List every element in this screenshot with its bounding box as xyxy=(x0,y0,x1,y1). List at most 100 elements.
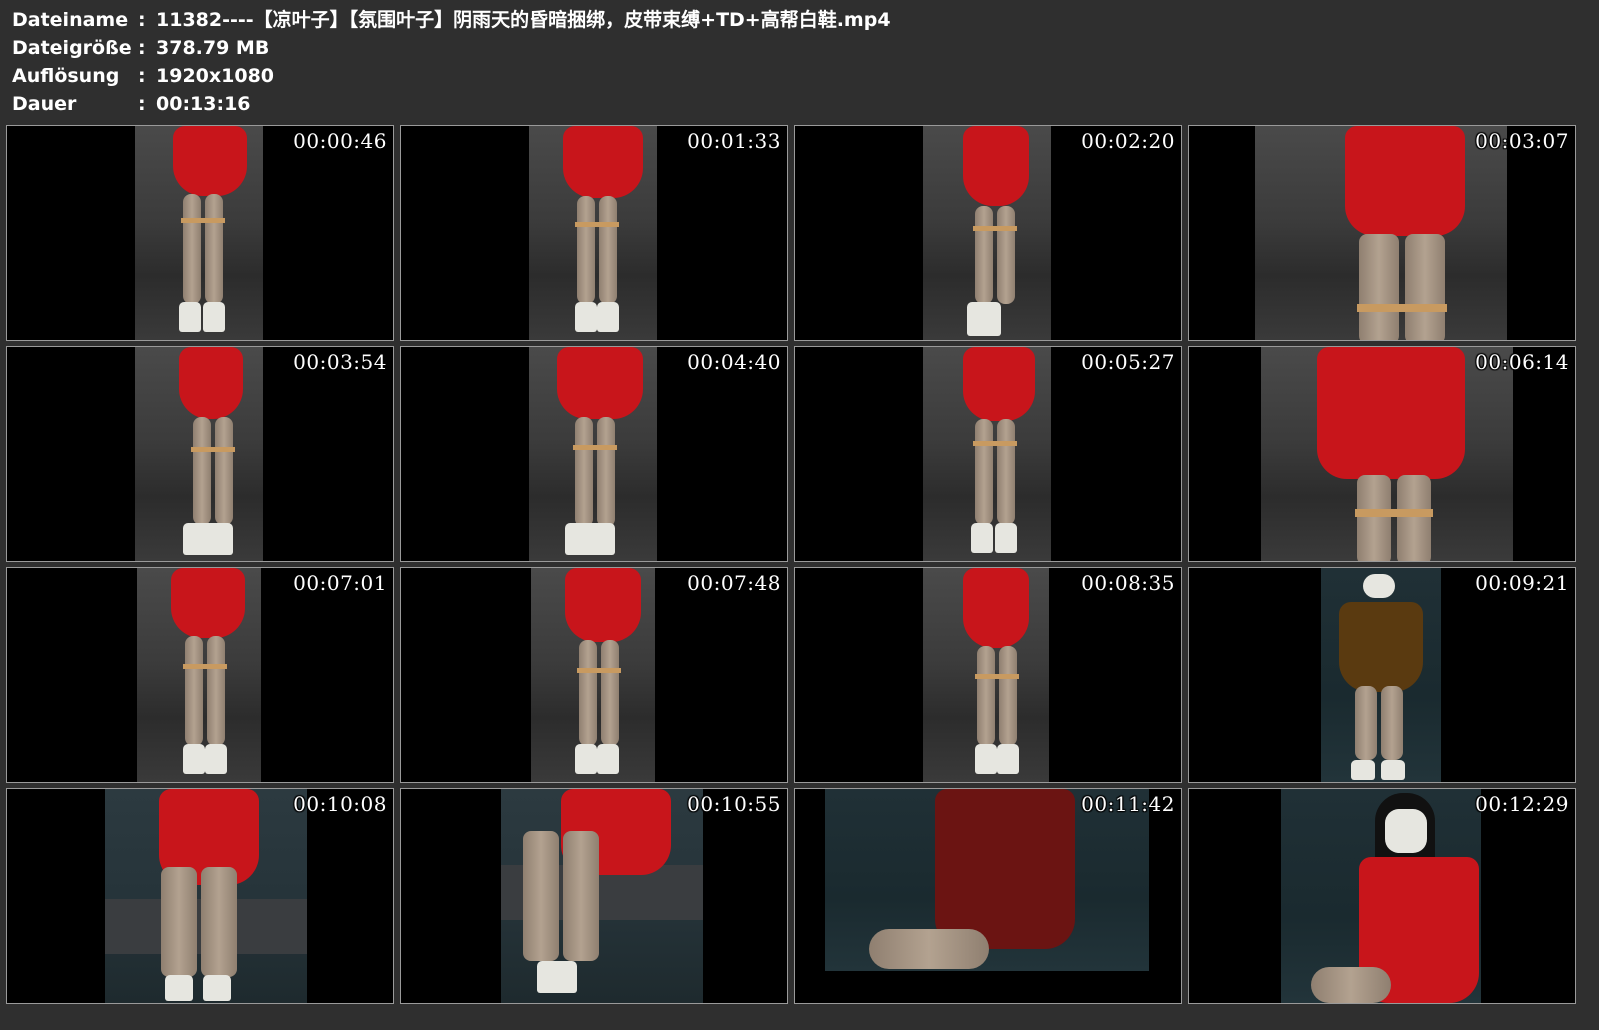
video-thumbnail[interactable]: 00:03:07 xyxy=(1188,125,1576,341)
leg xyxy=(977,646,995,746)
leg xyxy=(999,646,1017,746)
video-frame xyxy=(137,568,261,782)
video-thumbnail[interactable]: 00:07:01 xyxy=(6,567,394,783)
info-label: Dauer xyxy=(12,93,77,115)
rope xyxy=(1357,304,1447,312)
leg xyxy=(997,419,1015,525)
video-thumbnail[interactable]: 00:03:54 xyxy=(6,346,394,562)
white-shoe xyxy=(1381,760,1405,780)
rope xyxy=(973,441,1017,446)
white-shoe xyxy=(1351,760,1375,780)
red-dress xyxy=(935,789,1075,949)
red-dress xyxy=(1317,347,1465,479)
leg xyxy=(161,867,197,977)
video-frame xyxy=(529,126,657,340)
thumbnail-timestamp: 00:10:08 xyxy=(293,792,387,816)
leg xyxy=(193,417,211,525)
thumbnail-timestamp: 00:03:54 xyxy=(293,350,387,374)
info-colon: : xyxy=(138,37,146,59)
white-shoe xyxy=(575,302,597,332)
video-thumbnail[interactable]: 00:00:46 xyxy=(6,125,394,341)
rope xyxy=(181,218,225,223)
file-info: Dateiname : 11382----【凉叶子】【氛围叶子】阴雨天的昏暗捆绑… xyxy=(12,6,891,118)
thumbnail-timestamp: 00:07:48 xyxy=(687,571,781,595)
video-thumbnail[interactable]: 00:01:33 xyxy=(400,125,788,341)
white-shoe xyxy=(537,961,577,993)
white-shoe xyxy=(575,744,597,774)
video-thumbnail[interactable]: 00:05:27 xyxy=(794,346,1182,562)
leg xyxy=(523,831,559,961)
video-frame xyxy=(1261,347,1513,561)
leg xyxy=(1381,686,1403,760)
leg xyxy=(1405,234,1445,340)
white-mask xyxy=(1385,809,1427,853)
video-thumbnail[interactable]: 00:04:40 xyxy=(400,346,788,562)
leg xyxy=(975,206,993,304)
leg xyxy=(597,417,615,527)
leg xyxy=(563,831,599,961)
thumbnail-timestamp: 00:01:33 xyxy=(687,129,781,153)
video-thumbnail[interactable]: 00:11:42 xyxy=(794,788,1182,1004)
video-frame xyxy=(1255,126,1507,340)
rope xyxy=(191,447,235,452)
white-shoe xyxy=(997,744,1019,774)
video-frame xyxy=(529,347,657,561)
thumbnail-grid: 00:00:46 00:01:33 00:02:20 00:03:07 00:0… xyxy=(6,125,1576,1004)
video-frame xyxy=(923,568,1049,782)
thumbnail-timestamp: 00:00:46 xyxy=(293,129,387,153)
rope xyxy=(973,226,1017,231)
white-mask xyxy=(1363,574,1395,598)
info-row-resolution: Auflösung : 1920x1080 xyxy=(12,62,891,90)
info-label: Dateigröße xyxy=(12,37,132,59)
red-dress xyxy=(563,126,643,198)
leg xyxy=(997,206,1015,304)
dress xyxy=(1339,602,1423,692)
leg xyxy=(1397,475,1431,561)
info-value-resolution: 1920x1080 xyxy=(156,65,275,87)
white-shoe xyxy=(183,744,205,774)
red-dress xyxy=(963,126,1029,206)
video-thumbnail[interactable]: 00:08:35 xyxy=(794,567,1182,783)
white-shoe xyxy=(205,744,227,774)
red-dress xyxy=(557,347,643,419)
white-shoe xyxy=(995,523,1017,553)
thumbnail-timestamp: 00:03:07 xyxy=(1475,129,1569,153)
video-thumbnail[interactable]: 00:07:48 xyxy=(400,567,788,783)
video-thumbnail[interactable]: 00:10:08 xyxy=(6,788,394,1004)
video-thumbnail[interactable]: 00:10:55 xyxy=(400,788,788,1004)
info-row-duration: Dauer : 00:13:16 xyxy=(12,90,891,118)
leg xyxy=(207,636,225,746)
red-dress xyxy=(963,568,1029,648)
info-row-filename: Dateiname : 11382----【凉叶子】【氛围叶子】阴雨天的昏暗捆绑… xyxy=(12,6,891,34)
white-shoe xyxy=(975,744,997,774)
video-thumbnail[interactable]: 00:09:21 xyxy=(1188,567,1576,783)
knee xyxy=(869,929,989,969)
thumbnail-timestamp: 00:06:14 xyxy=(1475,350,1569,374)
video-thumbnail[interactable]: 00:02:20 xyxy=(794,125,1182,341)
video-frame xyxy=(923,126,1051,340)
white-shoe xyxy=(203,975,231,1001)
rope xyxy=(577,668,621,673)
leg xyxy=(205,194,223,304)
red-dress xyxy=(565,568,641,642)
rope xyxy=(1355,509,1433,517)
info-value-duration: 00:13:16 xyxy=(156,93,251,115)
leg xyxy=(601,640,619,746)
leg xyxy=(579,640,597,746)
thumbnail-timestamp: 00:07:01 xyxy=(293,571,387,595)
info-colon: : xyxy=(138,9,146,31)
leg xyxy=(183,194,201,304)
red-dress xyxy=(963,347,1035,421)
leg xyxy=(201,867,237,977)
thumbnail-timestamp: 00:10:55 xyxy=(687,792,781,816)
video-frame xyxy=(501,789,703,1003)
thumbnail-timestamp: 00:02:20 xyxy=(1081,129,1175,153)
video-thumbnail[interactable]: 00:12:29 xyxy=(1188,788,1576,1004)
thumbnail-timestamp: 00:12:29 xyxy=(1475,792,1569,816)
white-shoe xyxy=(971,523,993,553)
video-thumbnail[interactable]: 00:06:14 xyxy=(1188,346,1576,562)
info-colon: : xyxy=(138,65,146,87)
leg xyxy=(577,196,595,304)
rope xyxy=(575,222,619,227)
red-dress xyxy=(171,568,245,638)
